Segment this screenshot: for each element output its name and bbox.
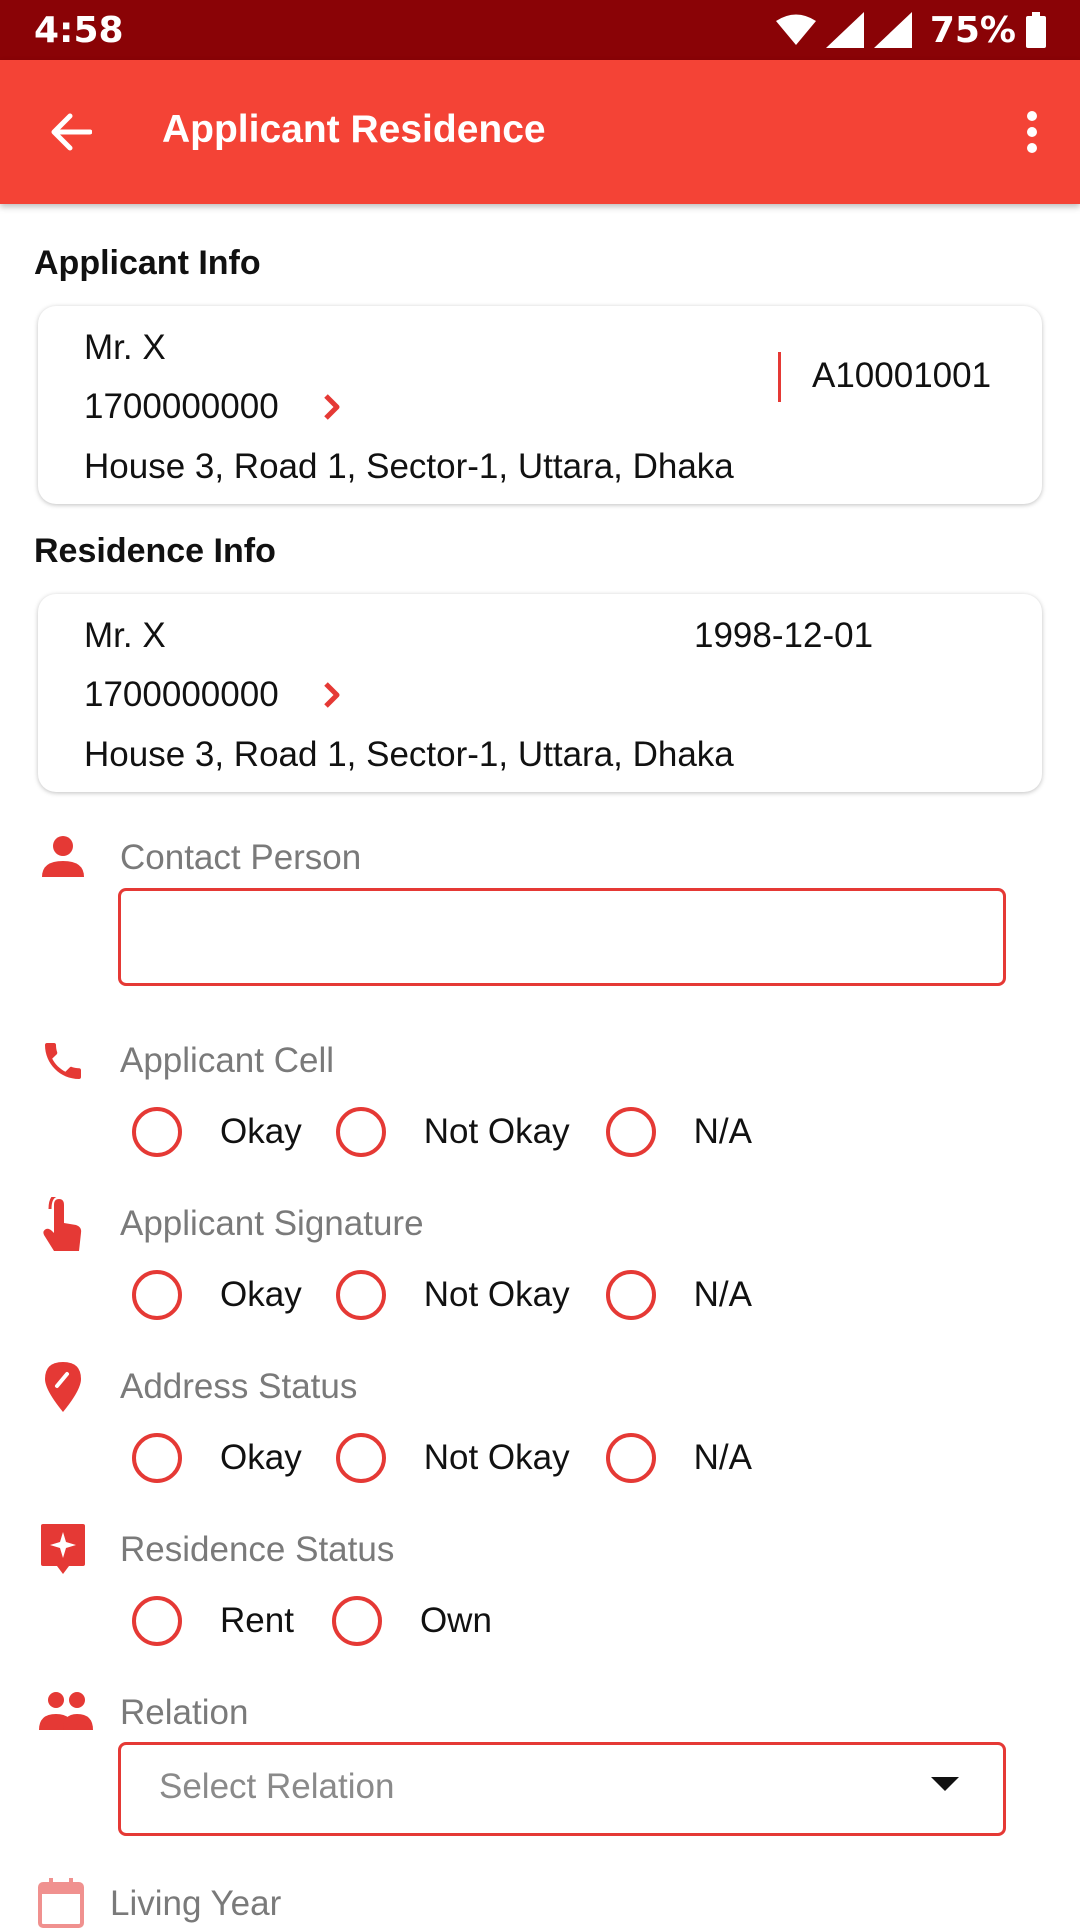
radio-button[interactable] [132,1270,182,1320]
chevron-right-icon[interactable] [318,680,344,710]
radio-button[interactable] [335,1270,386,1320]
status-bar: 4:58 75% [0,0,1080,60]
relation-select[interactable]: Select Relation [118,1742,1006,1836]
radio-not-okay[interactable]: Not Okay [335,1267,570,1323]
radio-not-okay[interactable]: Not Okay [335,1430,570,1486]
app-bar: Applicant Residence [0,60,1080,204]
radio-label: N/A [693,1438,752,1477]
radio-button[interactable] [605,1270,656,1320]
arrow-back-icon [51,113,92,151]
applicant-phone: 1700000000 [84,387,279,426]
applicant-info-card[interactable]: Mr. X 1700000000 A10001001 House 3, Road… [38,306,1042,504]
battery-icon [1026,12,1046,48]
radio-own[interactable]: Own [331,1593,492,1649]
person-icon [36,830,90,884]
radio-label: Own [419,1601,492,1640]
chevron-right-icon[interactable] [318,392,344,422]
calendar-icon [36,1876,86,1930]
page-title: Applicant Residence [162,108,546,151]
radio-label: N/A [693,1112,752,1151]
overflow-menu-button[interactable] [1012,102,1052,162]
residence-status-label: Residence Status [120,1530,395,1569]
radio-button[interactable] [132,1596,182,1646]
divider [778,352,781,402]
radio-button[interactable] [335,1433,386,1483]
battery-percent: 75% [929,9,1016,51]
radio-label: Not Okay [423,1112,570,1151]
relation-placeholder: Select Relation [159,1767,395,1806]
residence-address: House 3, Road 1, Sector-1, Uttara, Dhaka [84,735,734,774]
applicant-id: A10001001 [812,356,992,395]
applicant-name: Mr. X [84,328,166,367]
radio-rent[interactable]: Rent [132,1593,294,1649]
touch-icon [36,1197,90,1252]
contact-person-label: Contact Person [120,838,362,877]
applicant-cell-label: Applicant Cell [120,1041,334,1080]
radio-label: Okay [220,1112,302,1151]
radio-na[interactable]: N/A [605,1267,752,1323]
radio-button[interactable] [132,1107,182,1157]
sparkle-flag-icon [36,1522,90,1576]
radio-not-okay[interactable]: Not Okay [335,1104,570,1160]
people-icon [36,1684,96,1738]
residence-phone: 1700000000 [84,675,279,714]
residence-date: 1998-12-01 [694,616,874,655]
location-pin-icon [36,1360,90,1414]
residence-status-radio-group: Rent Own [132,1593,492,1649]
radio-button[interactable] [605,1107,656,1157]
radio-button[interactable] [132,1433,182,1483]
wifi-icon [775,14,816,45]
relation-label: Relation [120,1693,249,1732]
applicant-signature-radio-group: Okay Not Okay N/A [132,1267,752,1323]
radio-okay[interactable]: Okay [132,1430,302,1486]
back-button[interactable] [40,104,100,160]
applicant-address: House 3, Road 1, Sector-1, Uttara, Dhaka [84,447,734,486]
living-year-label: Living Year [110,1884,282,1923]
applicant-cell-radio-group: Okay Not Okay N/A [132,1104,752,1160]
radio-label: Okay [220,1438,302,1477]
phone-icon [36,1034,90,1088]
signal-icon [873,12,912,48]
residence-name: Mr. X [84,616,166,655]
radio-button[interactable] [605,1433,656,1483]
radio-label: Not Okay [423,1275,570,1314]
radio-label: Okay [220,1275,302,1314]
radio-okay[interactable]: Okay [132,1267,302,1323]
status-time: 4:58 [34,10,124,51]
radio-okay[interactable]: Okay [132,1104,302,1160]
radio-label: Not Okay [423,1438,570,1477]
signal-icon [825,12,864,48]
radio-button[interactable] [331,1596,382,1646]
more-vert-icon [1027,111,1037,153]
residence-info-card[interactable]: Mr. X 1998-12-01 1700000000 House 3, Roa… [38,594,1042,792]
applicant-info-title: Applicant Info [34,244,261,282]
address-status-label: Address Status [120,1367,358,1406]
radio-na[interactable]: N/A [605,1430,752,1486]
radio-label: Rent [220,1601,294,1640]
radio-label: N/A [693,1275,752,1314]
radio-na[interactable]: N/A [605,1104,752,1160]
dropdown-arrow-icon [931,1777,959,1791]
contact-person-input[interactable] [118,888,1006,986]
radio-button[interactable] [335,1107,386,1157]
address-status-radio-group: Okay Not Okay N/A [132,1430,752,1486]
residence-info-title: Residence Info [34,532,276,570]
applicant-signature-label: Applicant Signature [120,1204,424,1243]
